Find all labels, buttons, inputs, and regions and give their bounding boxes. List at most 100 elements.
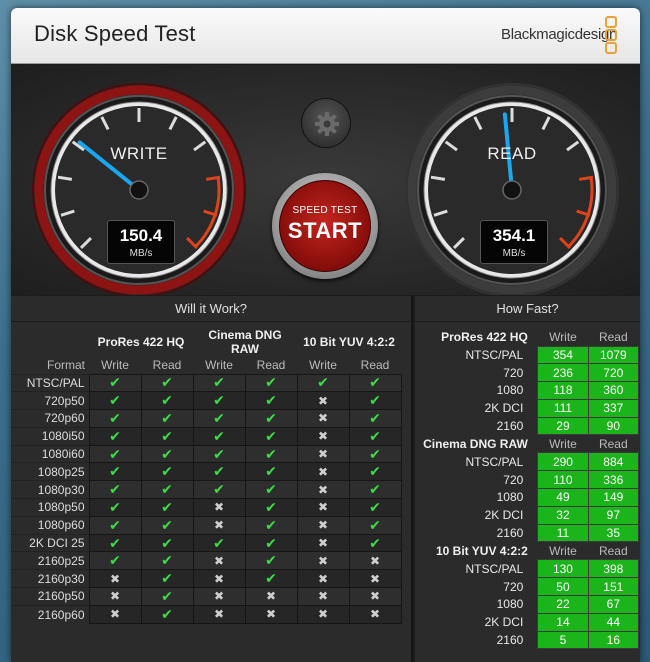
compat-cell: ✖ [296, 515, 350, 535]
checkmark-icon: ✔ [265, 409, 277, 426]
compat-cell: ✖ [244, 587, 298, 606]
group-header-row: ProRes 422 HQ Write Read [415, 328, 639, 346]
resolution-label: NTSC/PAL [465, 561, 524, 576]
will-it-work-panel: Will it Work? ProRes 422 HQ Cinema DNG R… [11, 296, 413, 662]
resolution-label: 2160 [496, 633, 524, 648]
compat-cell: ✔ [88, 462, 142, 482]
cross-icon: ✖ [317, 411, 329, 426]
resolution-label: NTSC/PAL [465, 347, 524, 362]
resolution-label: 1080 [496, 383, 524, 398]
resolution-label: 2160 [496, 526, 524, 541]
checkmark-icon: ✔ [213, 534, 225, 551]
cross-icon: ✖ [317, 571, 329, 586]
checkmark-icon: ✔ [161, 392, 173, 409]
compat-cell: ✔ [296, 373, 350, 393]
write-column-header: Write [549, 329, 577, 344]
table-row: 2K DCI 25 ✔ ✔ ✔ ✔ ✖ ✔ [11, 533, 402, 553]
read-fps-value: 149 [587, 488, 640, 507]
table-row: 720p50 ✔ ✔ ✔ ✔ ✖ ✔ [11, 391, 402, 411]
compat-cell: ✔ [140, 391, 194, 411]
compat-cell: ✔ [192, 462, 246, 482]
column-header: Read [360, 357, 390, 372]
compat-cell: ✔ [140, 515, 194, 535]
checkmark-icon: ✔ [213, 392, 225, 409]
checkmark-icon: ✔ [369, 374, 381, 391]
format-label: 1080i60 [11, 444, 89, 463]
compat-cell: ✔ [244, 373, 298, 393]
will-it-work-table: ProRes 422 HQ Cinema DNG RAW 10 Bit YUV … [11, 328, 402, 624]
speed-test-start-button[interactable]: SPEED TEST START [272, 173, 378, 279]
format-label: 2160p25 [11, 551, 89, 570]
how-fast-table: ProRes 422 HQ Write Read NTSC/PAL 354 1079 720… [415, 328, 640, 650]
format-label: 1080i50 [11, 426, 89, 446]
blackmagic-logo-icon [605, 16, 619, 56]
format-label: NTSC/PAL [11, 373, 89, 392]
cross-icon: ✖ [317, 607, 329, 622]
table-row: 2160 29 90 [415, 416, 640, 436]
resolution-label: 2K DCI [484, 615, 524, 630]
checkmark-icon: ✔ [265, 534, 277, 551]
read-fps-value: 16 [587, 630, 640, 650]
table-row: 2160 5 16 [415, 630, 640, 650]
checkmark-icon: ✔ [317, 374, 329, 391]
gear-icon [315, 112, 339, 136]
checkmark-icon: ✔ [109, 392, 121, 409]
gauges-area: WRITE 150.4 MB/s READ 354.1 MB/s SPEED T… [11, 65, 640, 295]
compat-cell: ✖ [296, 409, 350, 428]
cross-icon: ✖ [265, 607, 277, 622]
compat-cell: ✔ [244, 480, 298, 500]
table-row: 2K DCI 14 44 [415, 612, 640, 632]
write-speed-unit: MB/s [129, 248, 153, 259]
checkmark-icon: ✔ [109, 498, 121, 515]
read-fps-value: 44 [587, 612, 640, 632]
compat-cell: ✔ [140, 569, 194, 589]
write-fps-value: 130 [537, 559, 589, 579]
table-row: 2K DCI 111 337 [415, 398, 640, 418]
cross-icon: ✖ [317, 482, 329, 497]
resolution-label: 1080 [496, 597, 524, 612]
checkmark-icon: ✔ [109, 374, 121, 391]
compat-cell: ✖ [296, 444, 350, 464]
cross-icon: ✖ [317, 553, 329, 568]
cross-icon: ✖ [109, 589, 121, 604]
compat-cell: ✖ [88, 604, 142, 624]
compat-cell: ✖ [192, 587, 246, 606]
disk-speed-test-window: Disk Speed Test Blackmagicdesign WRITE 1… [11, 8, 640, 662]
compat-cell: ✔ [348, 426, 402, 446]
compat-cell: ✔ [140, 373, 194, 393]
table-row: 2160p60 ✖ ✔ ✖ ✖ ✖ ✖ [11, 604, 402, 624]
read-fps-value: 884 [587, 452, 640, 472]
checkmark-icon: ✔ [161, 427, 173, 444]
checkmark-icon: ✔ [265, 498, 277, 515]
table-row: 720 50 151 [415, 577, 640, 597]
compat-cell: ✔ [88, 444, 142, 464]
compat-cell: ✔ [244, 551, 298, 571]
compat-cell: ✖ [296, 604, 350, 624]
checkmark-icon: ✔ [161, 516, 173, 533]
compat-cell: ✔ [192, 373, 246, 393]
write-fps-value: 354 [537, 345, 589, 365]
compat-cell: ✔ [88, 480, 142, 500]
checkmark-icon: ✔ [161, 534, 173, 551]
settings-button[interactable] [301, 98, 351, 148]
compat-cell: ✔ [88, 426, 142, 446]
compat-cell: ✔ [348, 515, 402, 535]
table-row: 1080p30 ✔ ✔ ✔ ✔ ✖ ✔ [11, 480, 402, 500]
compat-cell: ✖ [296, 462, 350, 482]
compat-cell: ✖ [192, 604, 246, 624]
compat-cell: ✖ [296, 587, 350, 606]
compat-cell: ✖ [192, 498, 246, 517]
compat-cell: ✖ [192, 515, 246, 535]
read-fps-value: 35 [587, 523, 640, 543]
write-fps-value: 111 [537, 398, 589, 418]
checkmark-icon: ✔ [109, 409, 121, 426]
compat-cell: ✔ [192, 426, 246, 446]
cross-icon: ✖ [317, 536, 329, 551]
read-fps-value: 1079 [587, 345, 640, 365]
write-fps-value: 22 [537, 595, 589, 614]
checkmark-icon: ✔ [265, 552, 277, 569]
table-row: 2K DCI 32 97 [415, 505, 640, 525]
cross-icon: ✖ [317, 464, 329, 479]
write-fps-value: 290 [537, 452, 589, 472]
table-row: 1080i60 ✔ ✔ ✔ ✔ ✖ ✔ [11, 444, 402, 464]
